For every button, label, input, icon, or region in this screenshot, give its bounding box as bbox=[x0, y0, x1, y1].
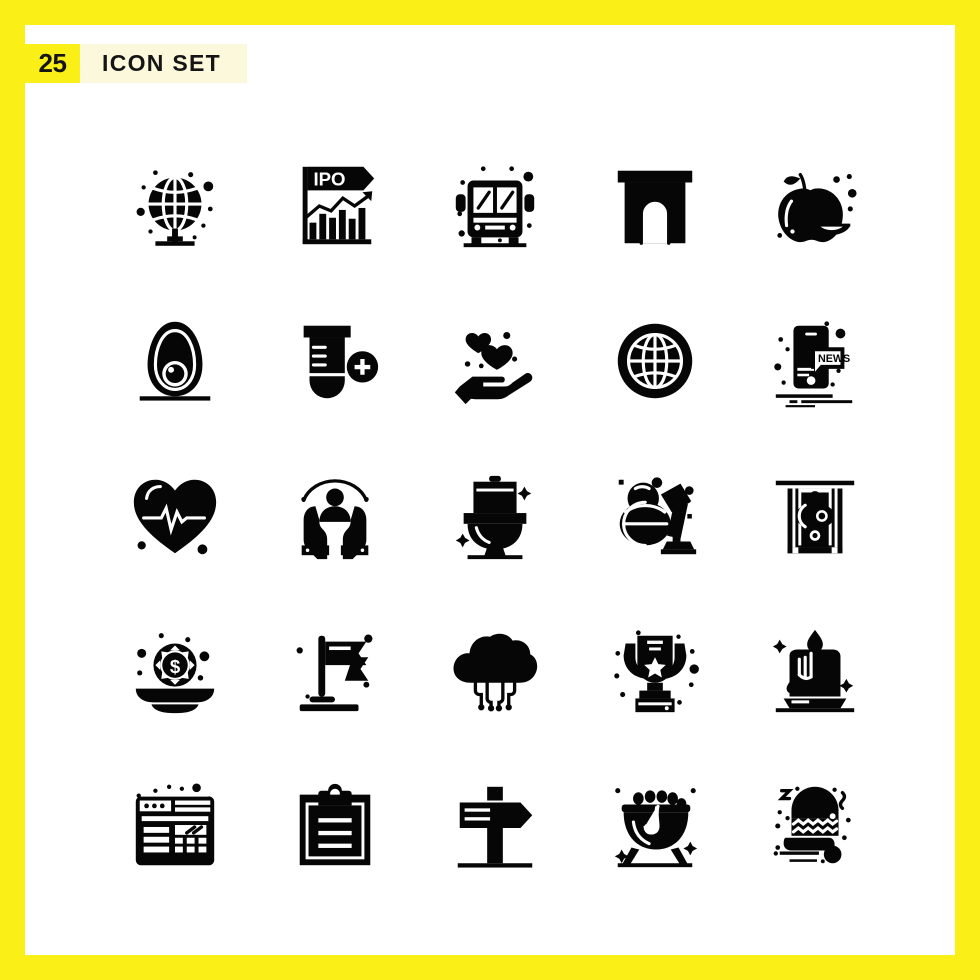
icon-cell-globe-network[interactable]: Global Network bbox=[95, 128, 255, 283]
page-title: ICON SET bbox=[80, 44, 248, 83]
icon-grid: Global Network IPO IP bbox=[95, 128, 895, 903]
icon-cell-apple[interactable]: Apple bbox=[735, 128, 895, 283]
icon-cell-cauldron[interactable]: Cauldron bbox=[575, 748, 735, 903]
globe-solid-icon bbox=[617, 323, 693, 398]
dollar-coin-plate-icon: $ bbox=[135, 632, 215, 713]
icon-count-badge: 25 bbox=[25, 44, 80, 83]
signpost-icon bbox=[457, 786, 533, 868]
icon-cell-ipo-chart[interactable]: IPO IPO bbox=[255, 128, 415, 283]
svg-text:NEWS: NEWS bbox=[818, 352, 850, 364]
icon-cell-heartbeat[interactable]: Heartbeat bbox=[95, 438, 255, 593]
icon-cell-flag-stand[interactable]: Flag bbox=[255, 593, 415, 748]
icon-cell-arch-building[interactable]: Arch Building bbox=[575, 128, 735, 283]
avocado-icon bbox=[139, 321, 211, 401]
icon-cell-hand-hearts[interactable]: Give Love bbox=[415, 283, 575, 438]
glass-jar-icon bbox=[775, 480, 855, 553]
icon-cell-glass-jar[interactable]: Glass Jar bbox=[735, 438, 895, 593]
icon-cell-balloons-lamp[interactable]: Balloons and Lamp bbox=[575, 438, 735, 593]
icon-cell-signpost[interactable]: Signpost bbox=[415, 748, 575, 903]
heartbeat-icon bbox=[133, 479, 217, 554]
browser-calculator-icon bbox=[135, 782, 215, 865]
hand-hearts-icon bbox=[454, 331, 533, 404]
icon-cell-mobile-news[interactable]: NEWS Mobile News bbox=[735, 283, 895, 438]
bus-front-icon bbox=[455, 165, 535, 247]
icon-cell-toilet[interactable]: Toilet bbox=[415, 438, 575, 593]
icon-cell-browser-calculator[interactable]: Online Calculator bbox=[95, 748, 255, 903]
icon-cell-bus[interactable]: Bus bbox=[415, 128, 575, 283]
flag-stand-icon bbox=[296, 634, 373, 711]
svg-text:IPO: IPO bbox=[313, 168, 345, 189]
page-background: 25 ICON SET IPO NEWS $ bbox=[0, 0, 980, 980]
trophy-award-icon bbox=[614, 629, 699, 712]
icon-cell-dollar-coin-plate[interactable]: $ Money Plate bbox=[95, 593, 255, 748]
icon-cell-cloud-computing[interactable]: Cloud Computing bbox=[415, 593, 575, 748]
arch-building-icon bbox=[617, 170, 693, 245]
icon-cell-avocado[interactable]: Avocado bbox=[95, 283, 255, 438]
cloud-computing-icon bbox=[453, 633, 538, 711]
cauldron-pot-icon bbox=[614, 787, 698, 867]
svg-text:$: $ bbox=[170, 655, 181, 676]
candle-icon bbox=[772, 629, 855, 712]
icon-cell-winter-cap[interactable]: Winter Cap bbox=[735, 748, 895, 903]
icon-cell-globe-solid[interactable]: Globe bbox=[575, 283, 735, 438]
mobile-news-icon: NEWS bbox=[774, 320, 853, 407]
apple-fruit-icon bbox=[777, 172, 857, 242]
test-tube-plus-icon bbox=[303, 325, 379, 398]
icon-cell-trophy[interactable]: Trophy bbox=[575, 593, 735, 748]
icon-cell-candle[interactable]: Candle bbox=[735, 593, 895, 748]
balloons-lamp-icon bbox=[618, 476, 697, 554]
winter-cap-icon bbox=[773, 786, 851, 863]
header: 25 ICON SET bbox=[25, 44, 248, 83]
icon-cell-hands-protect-user[interactable]: Care bbox=[255, 438, 415, 593]
globe-network-icon bbox=[136, 169, 214, 246]
hands-protect-user-icon bbox=[301, 478, 369, 559]
icon-cell-clipboard[interactable]: Clipboard bbox=[255, 748, 415, 903]
toilet-icon bbox=[455, 475, 532, 559]
icon-cell-test-tube-plus[interactable]: Add Test Tube bbox=[255, 283, 415, 438]
icon-sheet: 25 ICON SET IPO NEWS $ bbox=[25, 25, 955, 955]
ipo-chart-flag-icon: IPO bbox=[302, 166, 375, 244]
clipboard-icon bbox=[299, 783, 371, 865]
